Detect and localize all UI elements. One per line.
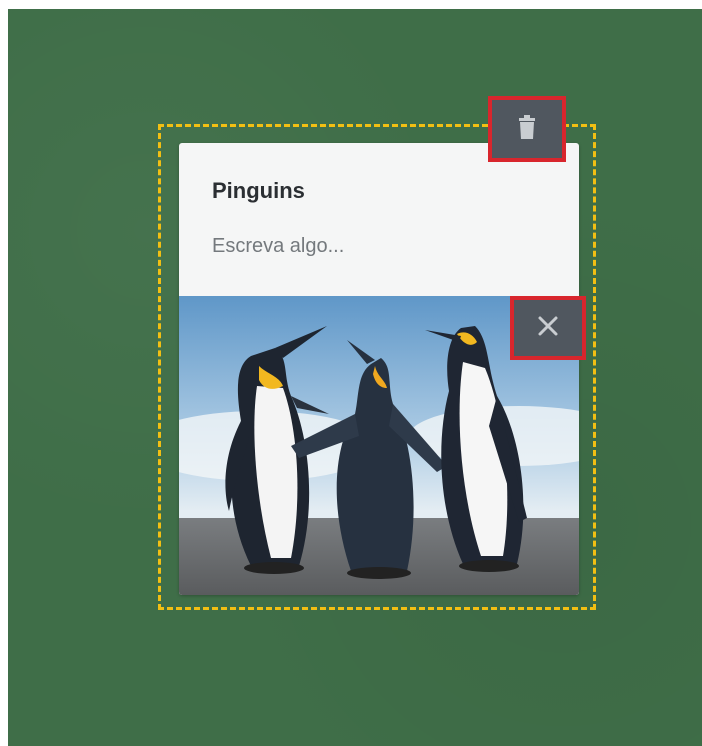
note-card[interactable]: Pinguins Escreva algo... [179, 143, 579, 595]
trash-icon [517, 113, 537, 146]
close-icon [537, 315, 559, 342]
delete-note-button[interactable] [488, 96, 566, 162]
note-title[interactable]: Pinguins [212, 178, 305, 204]
note-text-placeholder[interactable]: Escreva algo... [212, 235, 344, 258]
remove-image-button[interactable] [510, 296, 586, 360]
